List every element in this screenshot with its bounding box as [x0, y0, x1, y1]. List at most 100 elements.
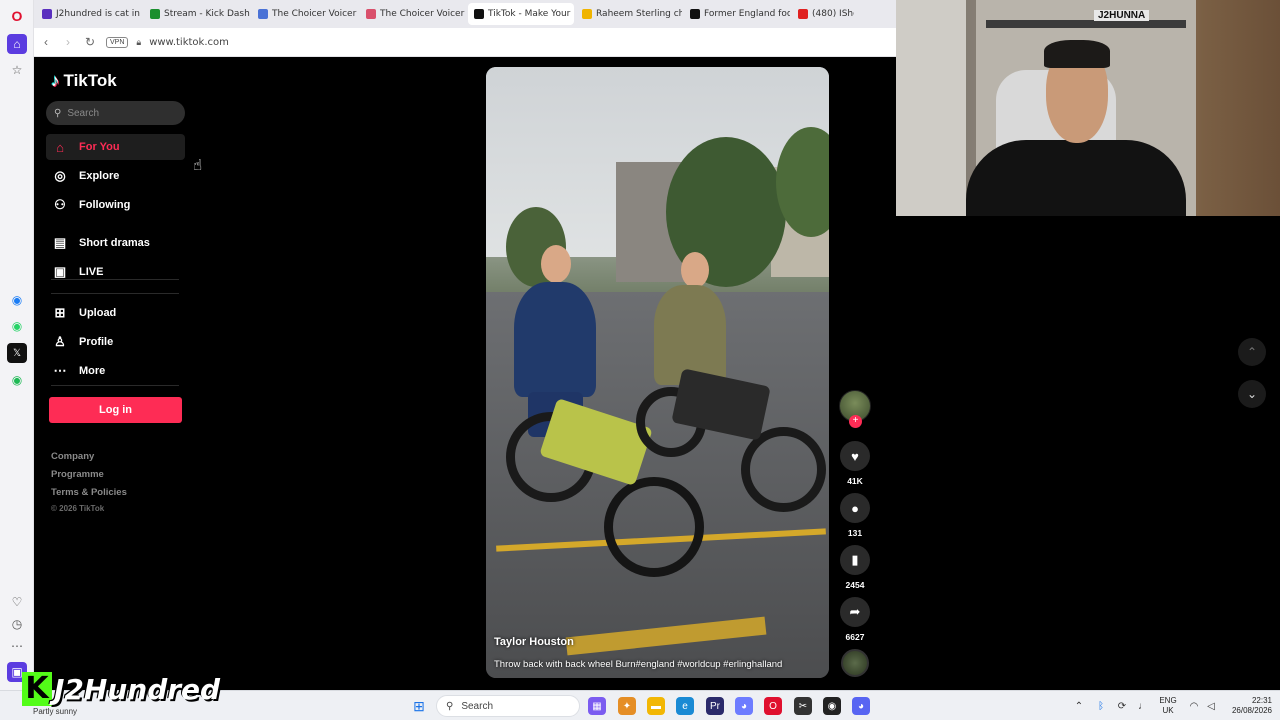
back-icon[interactable]: ‹: [36, 32, 56, 52]
tab-label: (480) IShow: [812, 9, 854, 19]
search-input[interactable]: ⚲ Search: [46, 101, 185, 125]
obs-icon[interactable]: ◉: [823, 697, 841, 715]
share-button[interactable]: ➦: [840, 597, 870, 627]
browser-tab[interactable]: (480) IShow: [792, 3, 854, 25]
sync-icon[interactable]: ⟳: [1113, 697, 1131, 715]
home-icon[interactable]: ⌂: [7, 34, 27, 54]
nav-item-for-you[interactable]: ⌂ For You: [46, 134, 185, 160]
volume-icon[interactable]: ◁: [1202, 697, 1220, 715]
opera-logo-icon[interactable]: O: [7, 6, 27, 26]
file-explorer-icon[interactable]: ▬: [647, 697, 665, 715]
vpn-badge[interactable]: VPN: [106, 36, 129, 48]
wifi-icon[interactable]: ◠: [1185, 697, 1203, 715]
copilot-icon[interactable]: ✦: [618, 697, 636, 715]
divider: [51, 293, 179, 294]
discord-icon[interactable]: ◕: [735, 697, 753, 715]
bluetooth-icon[interactable]: ᛒ: [1092, 697, 1110, 715]
scroll-up-button[interactable]: ⌃: [1238, 338, 1266, 366]
messenger-icon[interactable]: ◉: [7, 290, 27, 310]
premiere-icon[interactable]: Pr: [706, 697, 724, 715]
nav-item-more[interactable]: ⋯ More: [46, 358, 185, 384]
browser-tab[interactable]: The Choicer Voicer - Play: [252, 3, 358, 25]
browser-tab[interactable]: The Choicer Voicer Game: [360, 3, 466, 25]
webcam-overlay: J2HUNNA: [896, 0, 1280, 216]
nav-item-label: LIVE: [79, 266, 104, 278]
discord-ptb-icon[interactable]: ◕: [852, 697, 870, 715]
clock[interactable]: 22:31 26/08/2026: [1222, 696, 1272, 716]
stream-watermark: K J2Hundred: [22, 672, 220, 706]
following-icon: ⚇: [54, 197, 66, 212]
browser-tab[interactable]: TikTok - Make Your Day: [468, 3, 574, 25]
browser-tab[interactable]: Stream - Kick Dashboard: [144, 3, 250, 25]
nav-item-profile[interactable]: ♙ Profile: [46, 329, 185, 355]
nav-item-following[interactable]: ⚇ Following: [46, 192, 185, 218]
whatsapp-icon[interactable]: ◉: [7, 316, 27, 336]
nav-item-live[interactable]: ▣ LIVE: [46, 259, 185, 285]
app-icon[interactable]: ▦: [588, 697, 606, 715]
video-player[interactable]: Taylor Houston Throw back with back whee…: [486, 67, 829, 678]
opera-icon[interactable]: O: [764, 697, 782, 715]
capcut-icon[interactable]: ✂: [794, 697, 812, 715]
tiktok-logo[interactable]: ♪ TikTok: [51, 71, 117, 91]
star-icon[interactable]: ☆: [7, 60, 27, 80]
nav-item-upload[interactable]: ⊞ Upload: [46, 300, 185, 326]
comment-button[interactable]: ●: [840, 493, 870, 523]
language-indicator[interactable]: ENG UK: [1156, 696, 1180, 716]
chevron-up-icon[interactable]: ⌃: [1070, 697, 1088, 715]
nav-item-short-dramas[interactable]: ▤ Short dramas: [46, 230, 185, 256]
tiktok-page: ♪ TikTok ⚲ Search ⌂ For You ◎ Explore ⚇ Follo…: [35, 57, 896, 690]
reload-icon[interactable]: ↻: [80, 32, 100, 52]
brand-name: TikTok: [63, 71, 117, 90]
tab-bar: J2hundred is cat in the ha Stream - Kick …: [34, 0, 896, 28]
tab-favicon-icon: [690, 9, 700, 19]
microphone-icon[interactable]: ♩: [1134, 697, 1152, 715]
home-icon: ⌂: [56, 139, 64, 155]
browser-tab[interactable]: J2hundred is cat in the ha: [36, 3, 142, 25]
comment-icon: ●: [851, 500, 859, 516]
weather-text[interactable]: Partly sunny: [33, 707, 77, 716]
film-icon: ▤: [53, 235, 67, 250]
chevron-down-icon: ⌄: [1246, 387, 1258, 401]
save-button[interactable]: ▮: [840, 545, 870, 575]
tab-favicon-icon: [582, 9, 592, 19]
x-icon[interactable]: 𝕏: [7, 343, 27, 363]
search-placeholder: Search: [67, 107, 100, 119]
lock-icon[interactable]: 🔒︎: [136, 37, 141, 48]
tab-label: J2hundred is cat in the ha: [56, 9, 142, 19]
streamer-body: [966, 140, 1186, 216]
webcam-sign: J2HUNNA: [1094, 10, 1150, 21]
edge-icon[interactable]: e: [676, 697, 694, 715]
follow-plus-icon[interactable]: +: [849, 415, 862, 428]
spotify-icon[interactable]: ◉: [7, 370, 27, 390]
nav-item-label: More: [79, 365, 106, 377]
tab-favicon-icon: [366, 9, 376, 19]
footer-terms-link[interactable]: Terms & Policies: [51, 487, 127, 498]
footer-programme-link[interactable]: Programme: [51, 469, 104, 480]
video-author[interactable]: Taylor Houston: [494, 636, 574, 648]
start-icon[interactable]: ⊞: [410, 697, 428, 715]
forward-icon[interactable]: ›: [58, 32, 78, 52]
url-field[interactable]: www.tiktok.com: [149, 37, 229, 48]
tab-favicon-icon: [258, 9, 268, 19]
upload-icon: ⊞: [54, 305, 66, 320]
watermark-text: J2Hundred: [54, 672, 221, 706]
browser-sidebar: O ⌂ ☆ ◉ ◉ 𝕏 ◉ ♡ ◷ ⋯ ▣: [0, 0, 34, 690]
browser-tab[interactable]: Raheem Sterling charged: [576, 3, 682, 25]
nav-item-explore[interactable]: ◎ Explore: [46, 163, 185, 189]
video-person-head: [541, 245, 571, 283]
footer-company-link[interactable]: Company: [51, 451, 94, 462]
nav-item-label: For You: [79, 141, 120, 153]
tab-label: Stream - Kick Dashboard: [164, 9, 250, 19]
music-disc[interactable]: [841, 649, 869, 677]
history-icon[interactable]: ◷: [7, 614, 27, 634]
bike-wheel: [604, 477, 704, 577]
taskbar-search[interactable]: ⚲ Search: [436, 695, 580, 717]
scroll-down-button[interactable]: ⌄: [1238, 380, 1266, 408]
page-right-area: [896, 216, 1280, 690]
save-count: 2454: [845, 580, 865, 590]
more-icon[interactable]: ⋯: [7, 636, 27, 656]
like-button[interactable]: ♥: [840, 441, 870, 471]
heart-icon[interactable]: ♡: [7, 592, 27, 612]
browser-tab[interactable]: Former England football s: [684, 3, 790, 25]
login-button[interactable]: Log in: [49, 397, 182, 423]
